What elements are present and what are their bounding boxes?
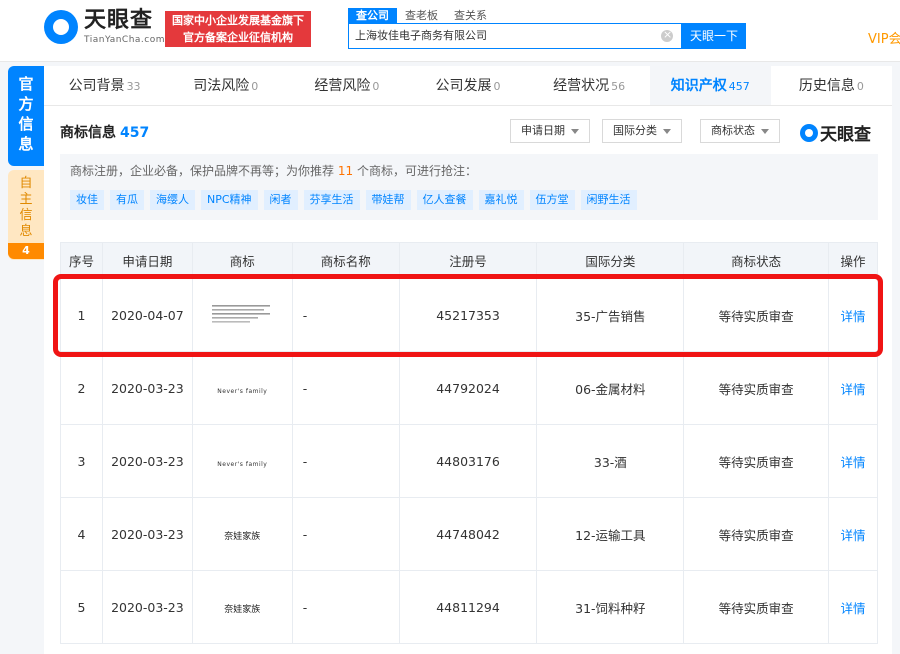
filter-trademark-status[interactable]: 商标状态	[700, 119, 780, 143]
side-tab-self-count: 4	[8, 243, 44, 259]
vip-link[interactable]: VIP会	[868, 28, 900, 47]
logo-icon	[44, 10, 78, 44]
tab-company-background[interactable]: 公司背景33	[44, 66, 165, 105]
trademark-image[interactable]	[192, 279, 292, 352]
table-row: 2 2020-03-23 Never's family - 44792024 0…	[61, 352, 878, 425]
chip-trademark[interactable]: 伍方堂	[530, 190, 575, 210]
clear-icon[interactable]	[661, 30, 673, 42]
tab-judicial-risk[interactable]: 司法风险0	[165, 66, 286, 105]
col-header-name: 商标名称	[292, 243, 399, 279]
section-title: 商标信息457	[60, 122, 149, 142]
category-tabs: 公司背景33 司法风险0 经营风险0 公司发展0 经营状况56 知识产权457 …	[44, 66, 892, 106]
col-header-status: 商标状态	[684, 243, 829, 279]
official-badge: 国家中小企业发展基金旗下 官方备案企业征信机构	[165, 11, 311, 47]
filter-intl-class[interactable]: 国际分类	[602, 119, 682, 143]
col-header-reg: 注册号	[399, 243, 537, 279]
detail-link[interactable]: 详情	[840, 601, 865, 616]
chip-trademark[interactable]: 闲野生活	[581, 190, 637, 210]
chip-trademark[interactable]: 亿人查餐	[417, 190, 473, 210]
tab-search-relation[interactable]: 查关系	[446, 8, 495, 23]
top-header: 天眼查 TianYanCha.com 国家中小企业发展基金旗下 官方备案企业征信…	[0, 0, 900, 62]
col-header-mark: 商标	[192, 243, 292, 279]
chip-trademark[interactable]: 嘉礼悦	[479, 190, 524, 210]
detail-link[interactable]: 详情	[840, 528, 865, 543]
tab-search-company[interactable]: 查公司	[348, 8, 397, 23]
chip-trademark[interactable]: 芬享生活	[304, 190, 360, 210]
search-mode-tabs: 查公司 查老板 查关系	[348, 8, 495, 23]
tab-business-risk[interactable]: 经营风险0	[286, 66, 407, 105]
chip-trademark[interactable]: NPC精神	[201, 190, 258, 210]
col-header-class: 国际分类	[537, 243, 684, 279]
tab-search-boss[interactable]: 查老板	[397, 8, 446, 23]
col-header-no: 序号	[61, 243, 103, 279]
recommend-panel: 商标注册，企业必备，保护品牌不再等；为你推荐 11 个商标，可进行抢注： 妆佳 …	[60, 154, 878, 220]
col-header-op: 操作	[829, 243, 878, 279]
table-row: 5 2020-03-23 奈娃家族 - 44811294 31-饲料种籽 等待实…	[61, 571, 878, 644]
search-button[interactable]: 天眼一下	[682, 23, 746, 49]
recommend-count: 11	[338, 164, 353, 178]
table-row: 3 2020-03-23 Never's family - 44803176 3…	[61, 425, 878, 498]
tab-company-development[interactable]: 公司发展0	[407, 66, 528, 105]
site-logo[interactable]: 天眼查 TianYanCha.com	[44, 8, 165, 46]
detail-link[interactable]: 详情	[840, 309, 865, 324]
chip-trademark[interactable]: 海缨人	[150, 190, 195, 210]
trademark-image[interactable]: Never's family	[192, 425, 292, 498]
recommend-text: 商标注册，企业必备，保护品牌不再等；为你推荐 11 个商标，可进行抢注：	[70, 162, 477, 179]
table-header-row: 序号 申请日期 商标 商标名称 注册号 国际分类 商标状态 操作	[61, 243, 878, 279]
watermark-logo: 天眼查	[800, 120, 871, 145]
logo-icon	[800, 124, 818, 142]
tab-intellectual-property[interactable]: 知识产权457	[650, 66, 771, 105]
filter-apply-date[interactable]: 申请日期	[510, 119, 590, 143]
chip-trademark[interactable]: 有瓜	[110, 190, 144, 210]
trademark-image[interactable]: 奈娃家族	[192, 498, 292, 571]
search-input-value: 上海妆佳电子商务有限公司	[355, 29, 487, 42]
trademark-text-image	[210, 303, 274, 325]
trademark-image[interactable]: Never's family	[192, 352, 292, 425]
chip-trademark[interactable]: 闲者	[264, 190, 298, 210]
tab-business-status[interactable]: 经营状况56	[529, 66, 650, 105]
side-tab-official-info[interactable]: 官方信息	[8, 66, 44, 166]
trademark-count: 457	[120, 125, 149, 141]
chip-trademark[interactable]: 妆佳	[70, 190, 104, 210]
chevron-down-icon	[663, 129, 671, 134]
side-tab-official-label: 官方信息	[18, 74, 34, 154]
chevron-down-icon	[571, 129, 579, 134]
detail-link[interactable]: 详情	[840, 382, 865, 397]
recommend-chips: 妆佳 有瓜 海缨人 NPC精神 闲者 芬享生活 带娃帮 亿人查餐 嘉礼悦 伍方堂…	[70, 190, 643, 210]
side-tab-self-label: 自主信息	[19, 176, 33, 240]
chip-trademark[interactable]: 带娃帮	[366, 190, 411, 210]
search-input[interactable]: 上海妆佳电子商务有限公司	[348, 23, 682, 49]
chevron-down-icon	[761, 129, 769, 134]
col-header-date: 申请日期	[102, 243, 192, 279]
logo-domain: TianYanCha.com	[84, 34, 165, 46]
trademark-table: 序号 申请日期 商标 商标名称 注册号 国际分类 商标状态 操作 1 2020-…	[60, 242, 878, 644]
table-row: 1 2020-04-07 - 45217353 35-广告销售 等待实质审查 详…	[61, 279, 878, 352]
logo-text: 天眼查	[84, 8, 165, 34]
tab-history-info[interactable]: 历史信息0	[771, 66, 892, 105]
detail-link[interactable]: 详情	[840, 455, 865, 470]
table-row: 4 2020-03-23 奈娃家族 - 44748042 12-运输工具 等待实…	[61, 498, 878, 571]
main-content: 公司背景33 司法风险0 经营风险0 公司发展0 经营状况56 知识产权457 …	[44, 66, 892, 654]
trademark-image[interactable]: 奈娃家族	[192, 571, 292, 644]
